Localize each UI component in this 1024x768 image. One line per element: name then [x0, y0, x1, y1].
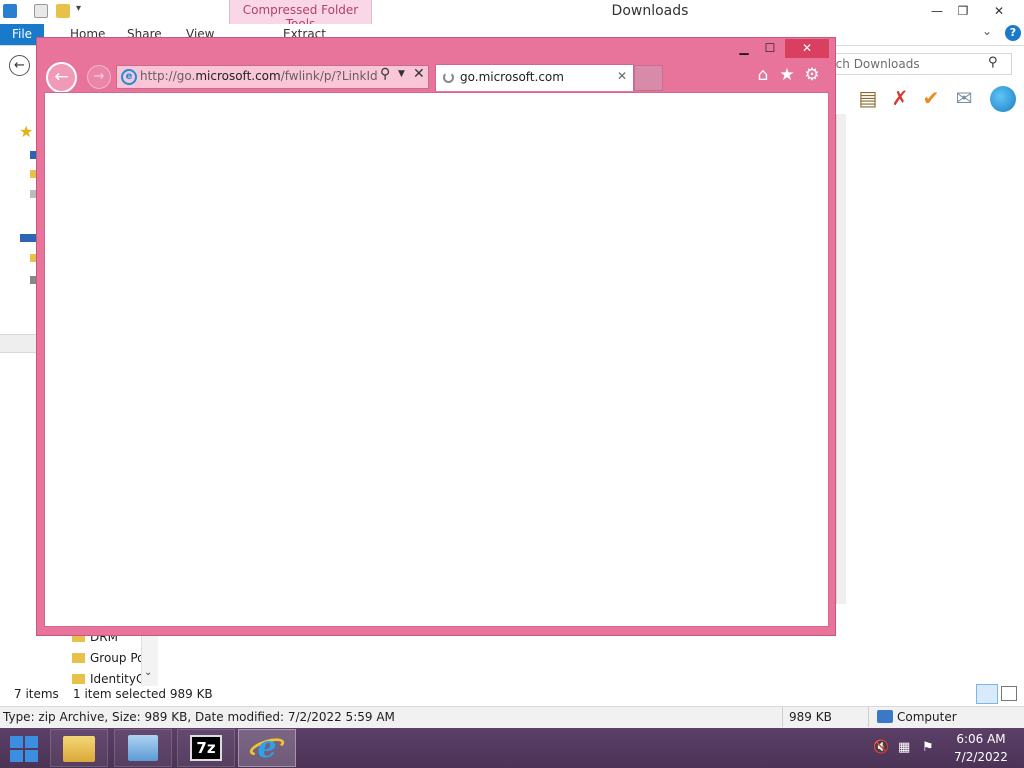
- new-tab-button[interactable]: [634, 65, 663, 91]
- url-domain: microsoft.com: [195, 69, 281, 83]
- ie-back-button[interactable]: ←: [46, 62, 77, 93]
- gear-icon[interactable]: ⚙: [801, 65, 823, 85]
- windows-logo-icon: [10, 736, 23, 748]
- ie-page-icon: e: [121, 69, 137, 85]
- folder-icon: [72, 653, 85, 663]
- windows-logo-icon: [10, 750, 23, 762]
- loading-spinner-icon: [443, 72, 454, 83]
- content-scrollbar[interactable]: [836, 114, 846, 604]
- favorites-star-icon[interactable]: ★: [19, 122, 33, 141]
- search-icon[interactable]: ⚲: [988, 55, 998, 70]
- explorer-back-button[interactable]: ←: [9, 55, 30, 76]
- selection-info: 1 item selected 989 KB: [73, 687, 213, 701]
- delete-icon[interactable]: ✗: [888, 86, 912, 110]
- tab-close-icon[interactable]: ✕: [617, 69, 627, 83]
- computer-icon: [877, 710, 893, 723]
- ie-maximize-button[interactable]: ☐: [757, 39, 783, 58]
- search-icon[interactable]: ⚲: [380, 66, 390, 82]
- explorer-search-placeholder: rch Downloads: [831, 57, 920, 71]
- new-folder-icon[interactable]: [56, 4, 70, 18]
- folder-icon: [72, 674, 85, 684]
- file-type-info: Type: zip Archive, Size: 989 KB, Date mo…: [3, 710, 395, 724]
- navigation-pane: [0, 114, 36, 694]
- ie-minimize-button[interactable]: ▁: [731, 39, 757, 58]
- location-label: Computer: [897, 710, 957, 724]
- explorer-title-bar: [0, 0, 1024, 23]
- quick-access-dropdown-icon[interactable]: ▾: [76, 3, 81, 14]
- explorer-minimize-button[interactable]: —: [924, 2, 950, 20]
- explorer-close-button[interactable]: ✕: [986, 2, 1012, 20]
- computer-icon[interactable]: [20, 234, 36, 242]
- divider: [868, 707, 869, 727]
- item-count: 7 items: [14, 687, 59, 701]
- explorer-window-title: Downloads: [611, 3, 689, 19]
- internet-explorer-icon: e: [257, 730, 277, 765]
- internet-explorer-window: ▁ ☐ ✕ ← → e http://go.microsoft.com/fwli…: [36, 37, 836, 636]
- ie-url-text[interactable]: http://go.microsoft.com/fwlink/p/?LinkId…: [140, 69, 378, 83]
- checkmark-icon[interactable]: ✔: [919, 86, 943, 110]
- address-dropdown-icon[interactable]: ▼: [398, 69, 405, 79]
- ribbon-expand-chevron-icon[interactable]: ⌄: [982, 24, 992, 38]
- url-path: /fwlink/p/?LinkId=2: [280, 69, 378, 83]
- explorer-restore-button[interactable]: ❐: [950, 2, 976, 20]
- file-size: 989 KB: [789, 710, 832, 724]
- 7zip-icon: 7z: [190, 735, 222, 761]
- ie-close-button[interactable]: ✕: [785, 39, 829, 58]
- large-icons-view-icon[interactable]: [1001, 686, 1017, 701]
- ie-tab-title: go.microsoft.com: [460, 70, 564, 84]
- list-item[interactable]: IdentityC: [72, 672, 144, 686]
- network-icon[interactable]: ▦: [898, 740, 910, 755]
- file-explorer-icon: [63, 736, 95, 762]
- clock-date[interactable]: 7/2/2022: [946, 750, 1016, 764]
- clock-time[interactable]: 6:06 AM: [946, 732, 1016, 746]
- url-prefix: http://go.: [140, 69, 196, 83]
- action-center-flag-icon[interactable]: ⚑: [922, 740, 934, 755]
- scroll-down-chevron-icon[interactable]: ⌄: [144, 667, 152, 678]
- server-manager-icon: [128, 735, 158, 761]
- nav-selected-row[interactable]: [0, 334, 36, 353]
- clipboard-icon[interactable]: ▤: [856, 86, 880, 110]
- windows-logo-icon: [25, 750, 38, 762]
- home-icon[interactable]: ⌂: [752, 65, 774, 85]
- stop-icon[interactable]: ✕: [413, 66, 425, 82]
- properties-icon[interactable]: [3, 4, 17, 18]
- list-item[interactable]: Group Po: [72, 651, 145, 665]
- globe-icon[interactable]: [990, 86, 1016, 112]
- volume-muted-icon[interactable]: 🔇: [873, 740, 889, 755]
- divider: [782, 707, 783, 727]
- help-icon[interactable]: ?: [1005, 25, 1021, 41]
- favorites-star-icon[interactable]: ★: [776, 65, 798, 85]
- ie-page-content[interactable]: [44, 92, 829, 627]
- new-document-icon[interactable]: [34, 4, 48, 18]
- compressed-folder-tools-tab[interactable]: Compressed Folder Tools: [229, 0, 372, 31]
- mail-icon[interactable]: ✉: [952, 86, 976, 110]
- details-view-icon[interactable]: [976, 684, 998, 704]
- start-button[interactable]: [8, 733, 40, 763]
- windows-logo-icon: [25, 736, 38, 748]
- ie-forward-button[interactable]: →: [87, 65, 111, 89]
